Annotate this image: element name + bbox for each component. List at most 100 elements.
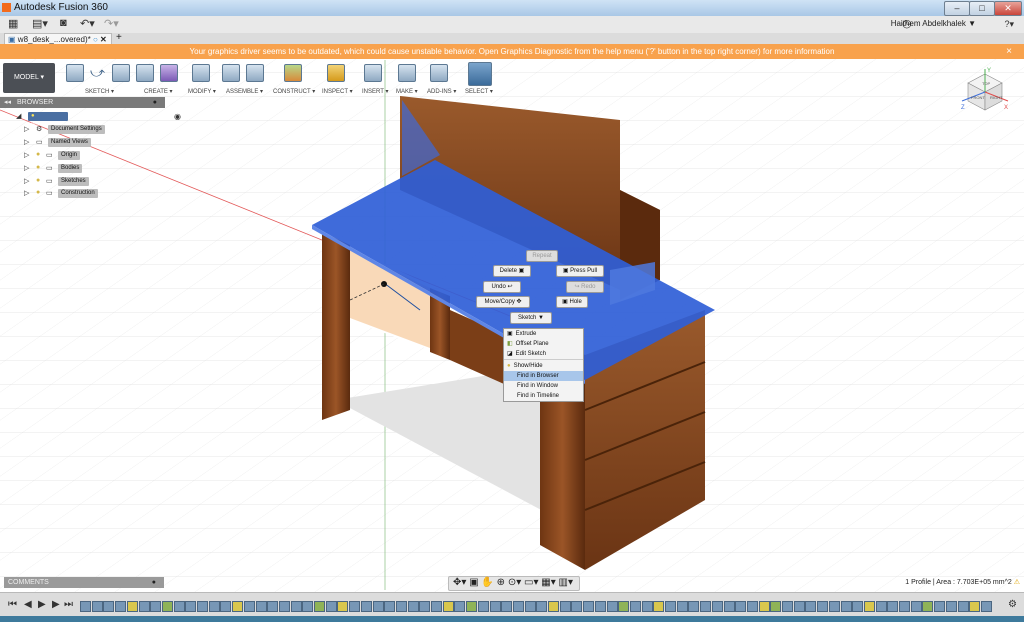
timeline-feature-icon[interactable] (243, 601, 255, 612)
timeline-feature-icon[interactable] (711, 601, 723, 612)
timeline-feature-icon[interactable] (899, 601, 910, 612)
toolbar-inspect[interactable]: INSPECT ▾ (322, 88, 353, 95)
timeline-feature-icon[interactable] (150, 601, 162, 612)
timeline-feature-icon[interactable] (770, 601, 782, 612)
repeat-button[interactable]: Repeat (526, 250, 558, 262)
expand-icon[interactable]: ▷ (24, 125, 29, 133)
timeline-feature-icon[interactable] (185, 601, 197, 612)
timeline-feature-icon[interactable] (653, 601, 665, 612)
timeline-feature-icon[interactable] (161, 601, 173, 612)
timeline-feature-icon[interactable] (115, 601, 127, 612)
timeline-feature-icon[interactable] (969, 601, 981, 612)
orbit-icon[interactable]: ✥▾ (453, 577, 466, 588)
timeline-feature-icon[interactable] (805, 601, 817, 612)
fit-icon[interactable]: ⊙▾ (508, 577, 521, 588)
timeline-feature-icon[interactable] (349, 601, 361, 612)
warning-icon[interactable]: ⚠ (1014, 579, 1020, 586)
timeline-feature-icon[interactable] (255, 601, 267, 612)
timeline-feature-icon[interactable] (594, 601, 606, 612)
visibility-bulb-icon[interactable]: ● (36, 151, 40, 158)
grid-settings-icon[interactable]: ▦▾ (541, 577, 555, 588)
timeline-feature-icon[interactable] (524, 601, 536, 612)
viewcube[interactable]: TOP FRONT RIGHT Y X Z (960, 66, 1010, 116)
measure-icon[interactable] (327, 64, 345, 82)
timeline-feature-icon[interactable] (700, 601, 712, 612)
timeline-feature-icon[interactable] (758, 601, 770, 612)
timeline-feature-icon[interactable] (571, 601, 583, 612)
timeline-feature-icon[interactable] (477, 601, 489, 612)
timeline-feature-icon[interactable] (337, 601, 349, 612)
timeline-feature-icon[interactable] (302, 601, 314, 612)
timeline-feature-icon[interactable] (583, 601, 595, 612)
undo-icon[interactable]: ↶▾ (80, 17, 95, 30)
timeline-feature-icon[interactable] (817, 601, 829, 612)
timeline-feature-icon[interactable] (676, 601, 688, 612)
form-icon[interactable] (160, 64, 178, 82)
pin-icon[interactable]: ● (153, 97, 157, 108)
display-settings-icon[interactable]: ▭▾ (524, 577, 538, 588)
line-icon[interactable]: ⤻ (90, 64, 106, 80)
timeline-feature-icon[interactable] (512, 601, 524, 612)
toolbar-add-ins[interactable]: ADD-INS ▾ (427, 88, 456, 95)
viewcube-icon[interactable]: TOP FRONT RIGHT Y X Z (960, 66, 1010, 116)
viewports-icon[interactable]: ▥▾ (559, 577, 573, 588)
rectangle-icon[interactable] (112, 64, 130, 82)
toolbar-construct[interactable]: CONSTRUCT ▾ (273, 88, 315, 95)
timeline-prev-button[interactable]: ◀ (24, 599, 32, 610)
timeline-feature-icon[interactable] (980, 601, 992, 612)
timeline-feature-icon[interactable] (173, 601, 185, 612)
select-icon[interactable] (468, 62, 492, 86)
pin-icon[interactable]: ● (152, 577, 156, 588)
timeline-feature-icon[interactable] (431, 601, 442, 612)
zoom-icon[interactable]: ⊕ (497, 577, 505, 588)
timeline-feature-icon[interactable] (232, 601, 244, 612)
timeline-feature-icon[interactable] (138, 601, 150, 612)
collapse-icon[interactable]: ◂◂ (4, 99, 11, 106)
joint-icon[interactable] (246, 64, 264, 82)
timeline-feature-icon[interactable] (606, 601, 618, 612)
timeline-feature-icon[interactable] (466, 601, 478, 612)
menu-item-find-in-window[interactable]: Find in Window (504, 381, 583, 391)
timeline-feature-icon[interactable] (278, 601, 290, 612)
expand-icon[interactable]: ▷ (24, 164, 29, 172)
pan-icon[interactable]: ✋ (481, 577, 493, 588)
timeline-feature-icon[interactable] (267, 601, 279, 612)
timeline-feature-icon[interactable] (548, 601, 559, 612)
timeline-feature-icon[interactable] (746, 601, 758, 612)
press-pull-icon[interactable] (192, 64, 210, 82)
timeline-feature-icon[interactable] (828, 601, 840, 612)
timeline-feature-icon[interactable] (922, 601, 934, 612)
toolbar-make[interactable]: MAKE ▾ (396, 88, 418, 95)
undo-button[interactable]: Undo ↩ (483, 281, 521, 293)
timeline-first-button[interactable]: ⏮ (8, 599, 17, 610)
timeline-feature-icon[interactable] (442, 601, 454, 612)
timeline-feature-icon[interactable] (384, 601, 396, 612)
hole-button[interactable]: ▣ Hole (556, 296, 588, 308)
timeline-feature-icon[interactable] (91, 601, 103, 612)
menu-item-extrude[interactable]: ▣ Extrude (504, 329, 583, 339)
timeline-feature-icon[interactable] (360, 601, 372, 612)
expand-icon[interactable]: ▷ (24, 138, 29, 146)
visibility-bulb-icon[interactable]: ● (36, 189, 40, 196)
menu-item-edit-sketch[interactable]: ◪ Edit Sketch (504, 349, 583, 360)
expand-icon[interactable]: ◢ (16, 112, 21, 120)
minimize-button[interactable]: – (944, 1, 970, 16)
timeline-feature-icon[interactable] (793, 601, 805, 612)
tab-close-icon[interactable]: ✕ (100, 35, 107, 44)
toolbar-insert[interactable]: INSERT ▾ (362, 88, 388, 95)
grid-menu-icon[interactable]: ▦ (8, 17, 18, 30)
timeline-feature-icon[interactable] (220, 601, 232, 612)
timeline-feature-icon[interactable] (325, 601, 337, 612)
timeline-feature-icon[interactable] (629, 601, 641, 612)
timeline-feature-icon[interactable] (208, 601, 220, 612)
timeline-feature-icon[interactable] (840, 601, 852, 612)
timeline-play-button[interactable]: ▶ (38, 599, 46, 610)
user-menu[interactable]: Haithem Abdelkhalek ▼ (891, 19, 976, 28)
insert-image-icon[interactable] (364, 64, 382, 82)
browser-root[interactable]: ● w8_desk_06 (v4-recovered) (28, 112, 68, 146)
timeline-feature-icon[interactable] (782, 601, 793, 612)
toolbar-modify[interactable]: MODIFY ▾ (188, 88, 216, 95)
menu-item-show-hide[interactable]: ● Show/Hide (504, 361, 583, 371)
visibility-bulb-icon[interactable]: ● (36, 164, 40, 171)
timeline-feature-icon[interactable] (735, 601, 747, 612)
